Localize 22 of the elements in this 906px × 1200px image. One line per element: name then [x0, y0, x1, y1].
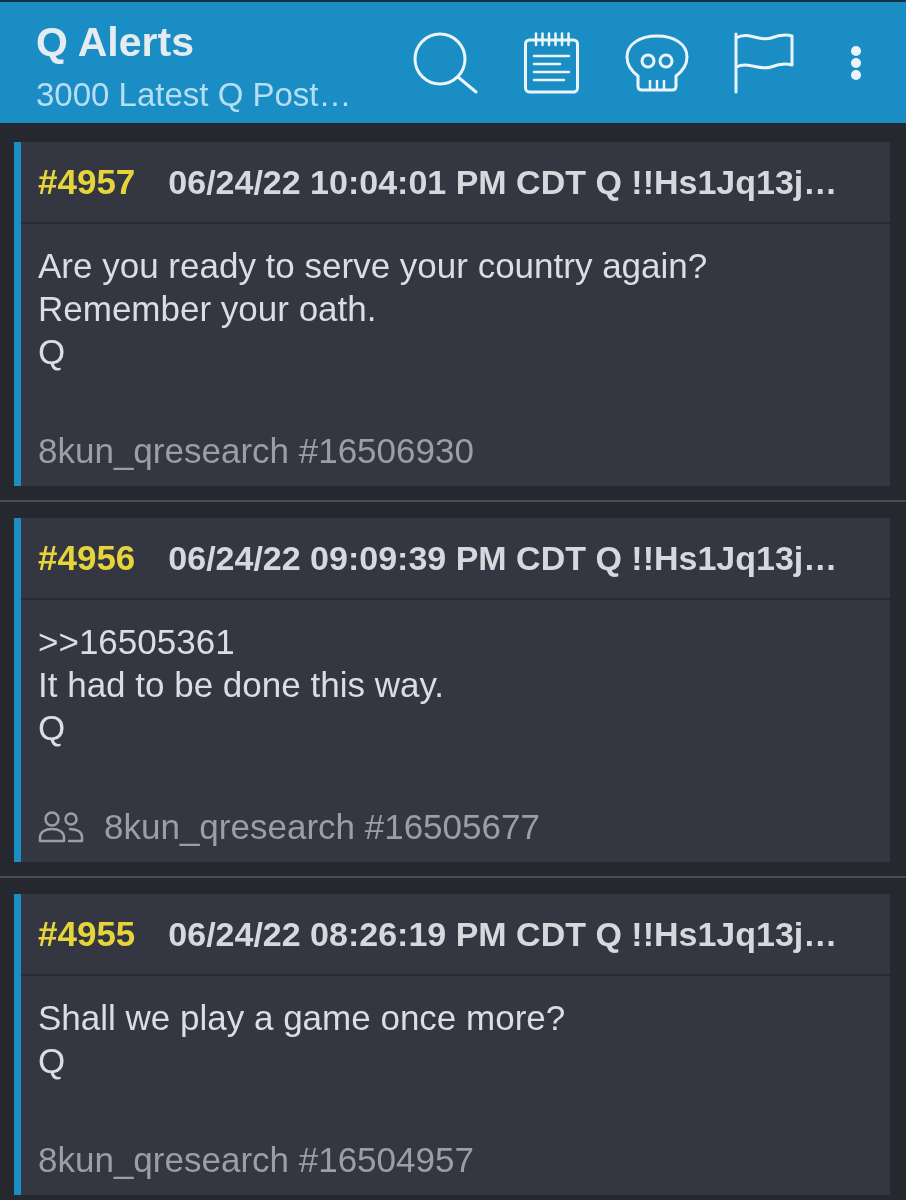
app-title: Q Alerts — [36, 18, 195, 66]
post-body: Are you ready to serve your country again? Remember your oath. Q — [37, 245, 709, 373]
app-subtitle: 3000 Latest Q Post… — [36, 75, 352, 115]
post-source: 8kun_qresearch #16505677 — [104, 806, 540, 848]
flag-icon[interactable] — [733, 31, 795, 94]
more-menu-icon[interactable] — [850, 44, 862, 81]
post-card[interactable]: #4955 06/24/22 08:26:19 PM CDT Q !!Hs1Jq13j… Shall we play a game once more? Q 8kun_qresearch #16504957 — [14, 894, 890, 1195]
post-card[interactable]: #4957 06/24/22 10:04:01 PM CDT Q !!Hs1Jq13j… Are you ready to serve your country again? Remember your oath. Q 8kun_qresearch #16506930 — [14, 142, 890, 486]
post-body: Shall we play a game once more? Q — [37, 997, 567, 1082]
post-meta: 06/24/22 08:26:19 PM CDT Q !!Hs1Jq13j… — [168, 914, 838, 954]
post-number: #4957 — [38, 162, 136, 202]
post-number: #4955 — [38, 914, 136, 954]
notepad-icon[interactable] — [524, 31, 579, 94]
post-number: #4956 — [38, 538, 136, 578]
post-card[interactable]: #4956 06/24/22 09:09:39 PM CDT Q !!Hs1Jq13j… >>16505361 It had to be done this way. Q 8kun_qresearch #16505677 — [14, 518, 890, 862]
post-meta: 06/24/22 10:04:01 PM CDT Q !!Hs1Jq13j… — [168, 162, 838, 202]
search-icon[interactable] — [412, 31, 478, 94]
post-source: 8kun_qresearch #16504957 — [38, 1139, 474, 1181]
post-meta: 06/24/22 09:09:39 PM CDT Q !!Hs1Jq13j… — [168, 538, 838, 578]
post-source: 8kun_qresearch #16506930 — [38, 430, 474, 472]
post-body: >>16505361 It had to be done this way. Q — [37, 621, 445, 749]
skull-icon[interactable] — [625, 33, 689, 92]
